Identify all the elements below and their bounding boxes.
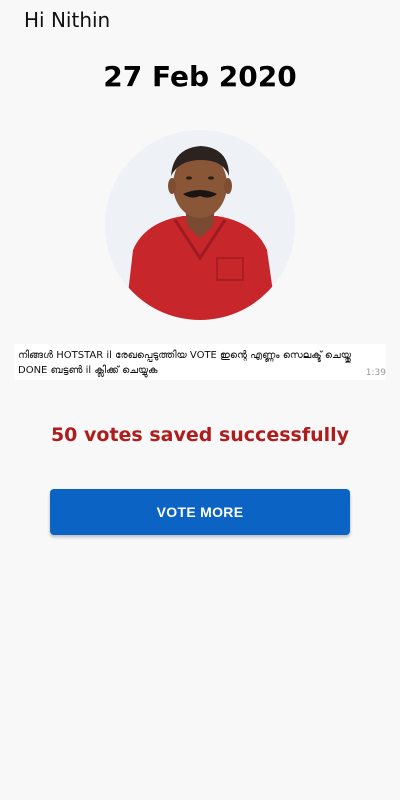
instruction-text: നിങ്ങൾ HOTSTAR il രേഖപ്പെടുത്തിയ VOTE ഇന… <box>18 350 351 376</box>
greeting-text: Hi Nithin <box>24 8 111 32</box>
person-portrait-icon <box>105 130 295 320</box>
profile-photo <box>105 130 295 320</box>
date-heading: 27 Feb 2020 <box>103 60 297 93</box>
message-time: 1:39 <box>365 368 386 378</box>
instruction-message: നിങ്ങൾ HOTSTAR il രേഖപ്പെടുത്തിയ VOTE ഇന… <box>14 344 386 380</box>
success-message: 50 votes saved successfully <box>50 424 350 446</box>
vote-more-button[interactable]: VOTE MORE <box>50 489 350 535</box>
